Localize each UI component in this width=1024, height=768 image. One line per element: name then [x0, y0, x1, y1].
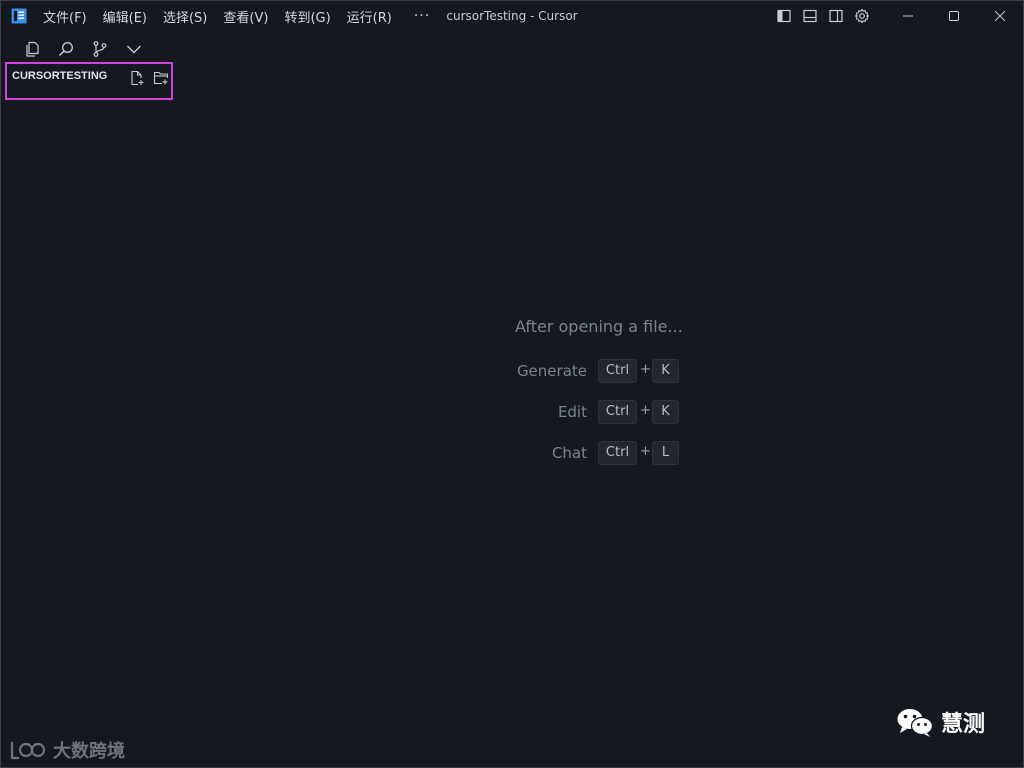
explorer-header[interactable]: CURSORTESTING: [5, 62, 173, 100]
minimize-button[interactable]: [885, 1, 931, 31]
hint-label: Generate: [516, 362, 587, 380]
title-controls: [771, 1, 1023, 31]
keycap-key: K: [652, 400, 679, 424]
close-button[interactable]: [977, 1, 1023, 31]
toggle-panel-button[interactable]: [797, 1, 823, 31]
app-logo-icon: [11, 8, 27, 24]
keycap-key: L: [652, 441, 679, 465]
keycap-key: K: [652, 359, 679, 383]
title-bar: 文件(F) 编辑(E) 选择(S) 查看(V) 转到(G) 运行(R) ··· …: [1, 1, 1023, 31]
menu-view[interactable]: 查看(V): [223, 7, 268, 26]
new-file-icon: [131, 70, 144, 86]
new-folder-icon: [153, 71, 169, 85]
menu-go[interactable]: 转到(G): [284, 7, 330, 26]
explorer-actions: [125, 68, 173, 88]
hint-row-generate: Generate Ctrl + K: [501, 359, 681, 383]
minimize-icon: [903, 15, 913, 17]
source-control-tab[interactable]: [83, 35, 117, 63]
explorer-tab[interactable]: [15, 35, 49, 64]
hint-label: Edit: [557, 403, 587, 421]
toggle-panel-icon: [803, 9, 817, 23]
hint-row-chat: Chat Ctrl + L: [501, 441, 681, 465]
keycap-ctrl: Ctrl: [598, 359, 637, 383]
close-icon: [994, 10, 1006, 22]
activity-bar: [15, 35, 151, 64]
maximize-button[interactable]: [931, 1, 977, 31]
watermark-right: 慧测: [895, 705, 985, 739]
hint-row-edit: Edit Ctrl + K: [501, 400, 681, 424]
watermark-logo-icon: [10, 742, 46, 760]
search-tab[interactable]: [49, 35, 83, 63]
new-folder-button[interactable]: [149, 68, 173, 88]
keycap-ctrl: Ctrl: [598, 400, 637, 424]
watermark-left-text: 大数跨境: [53, 741, 125, 762]
hint-title: After opening a file...: [515, 317, 683, 336]
search-icon: [58, 42, 73, 57]
hint-label: Chat: [551, 444, 587, 462]
source-control-icon: [93, 41, 107, 57]
toggle-secondary-sidebar-button[interactable]: [823, 1, 849, 31]
explorer-title: CURSORTESTING: [12, 70, 108, 82]
plus-sign: +: [640, 362, 651, 377]
chevron-down-icon: [127, 45, 141, 54]
watermark-left: 大数跨境: [9, 737, 125, 763]
plus-sign: +: [640, 403, 651, 418]
keycap-ctrl: Ctrl: [598, 441, 637, 465]
menu-bar: 文件(F) 编辑(E) 选择(S) 查看(V) 转到(G) 运行(R) ···: [43, 1, 430, 31]
app-window: 文件(F) 编辑(E) 选择(S) 查看(V) 转到(G) 运行(R) ··· …: [0, 0, 1024, 768]
toggle-secondary-sidebar-icon: [829, 9, 843, 23]
menu-edit[interactable]: 编辑(E): [103, 7, 147, 26]
toggle-primary-sidebar-button[interactable]: [771, 1, 797, 31]
maximize-icon: [949, 11, 959, 21]
watermark-right-text: 慧测: [941, 712, 986, 737]
new-file-button[interactable]: [125, 68, 149, 88]
files-icon: [26, 41, 39, 57]
menu-run[interactable]: 运行(R): [347, 7, 392, 26]
settings-button[interactable]: [849, 1, 875, 31]
wechat-icon: [896, 708, 934, 737]
menu-selection[interactable]: 选择(S): [163, 7, 207, 26]
menu-more-button[interactable]: ···: [414, 8, 430, 24]
menu-file[interactable]: 文件(F): [43, 7, 87, 26]
plus-sign: +: [640, 444, 651, 459]
more-views-dropdown[interactable]: [117, 35, 151, 63]
toggle-primary-sidebar-icon: [777, 9, 791, 23]
gear-icon: [854, 8, 870, 24]
